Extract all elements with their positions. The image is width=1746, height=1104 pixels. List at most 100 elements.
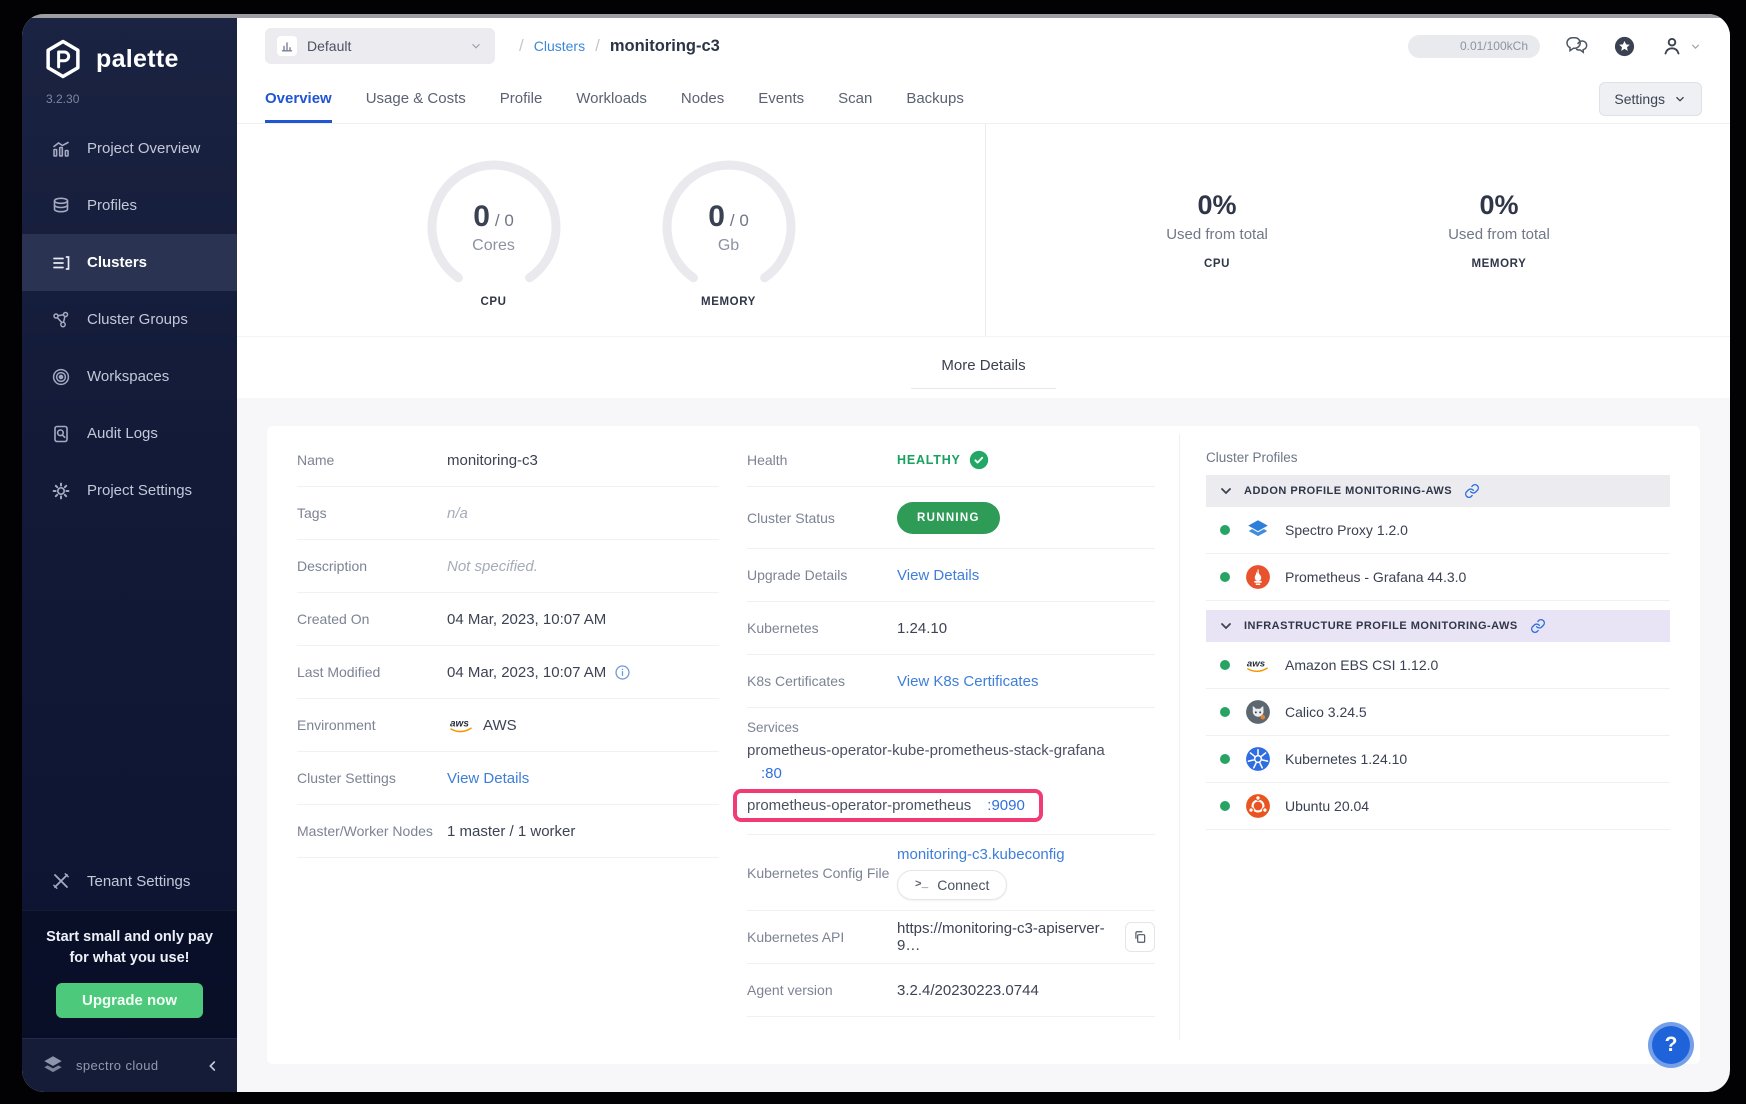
promo-line-1: Start small and only pay <box>36 927 223 948</box>
tabs: Overview Usage & Costs Profile Workloads… <box>265 74 964 123</box>
cpu-usage-percent: 0% <box>1166 190 1268 221</box>
help-button[interactable]: ? <box>1648 1022 1694 1068</box>
tab-nodes[interactable]: Nodes <box>681 74 724 123</box>
memory-gauge-value: 0 <box>708 200 725 233</box>
tab-scan[interactable]: Scan <box>838 74 872 123</box>
breadcrumb-separator: / <box>595 36 600 56</box>
sidebar-item-clusters[interactable]: Clusters <box>22 234 237 291</box>
project-selector[interactable]: Default <box>265 28 495 64</box>
description-value: Not specified. <box>447 558 538 575</box>
tab-workloads[interactable]: Workloads <box>576 74 647 123</box>
chevron-down-icon <box>1220 485 1232 497</box>
memory-usage-stat: 0% Used from total MEMORY <box>1448 190 1550 270</box>
profile-row-prometheus-grafana[interactable]: Prometheus - Grafana 44.3.0 <box>1206 554 1670 601</box>
profile-item-label: Ubuntu 20.04 <box>1285 798 1369 814</box>
infrastructure-profile-header[interactable]: INFRASTRUCTURE PROFILE MONITORING-AWS <box>1206 610 1670 642</box>
services-label: Services <box>747 720 1155 735</box>
link-icon[interactable] <box>1530 618 1546 634</box>
gauges: 0/ 0 Cores CPU 0/ 0 <box>237 124 985 336</box>
tab-events[interactable]: Events <box>758 74 804 123</box>
star-badge-icon[interactable] <box>1613 35 1636 58</box>
sidebar-item-audit-logs[interactable]: Audit Logs <box>22 405 237 462</box>
brand-name: palette <box>96 45 179 74</box>
profiles-stack-icon <box>50 195 72 217</box>
chevron-left-icon[interactable] <box>205 1058 221 1074</box>
chevron-down-icon <box>1673 92 1687 106</box>
settings-button[interactable]: Settings <box>1599 82 1702 116</box>
cpu-usage-caption: Used from total <box>1166 226 1268 243</box>
sidebar-item-project-overview[interactable]: Project Overview <box>22 120 237 177</box>
calico-icon <box>1244 699 1271 726</box>
service-port-link[interactable]: :80 <box>761 765 782 782</box>
copy-icon[interactable] <box>1125 922 1155 952</box>
sidebar-item-label: Tenant Settings <box>87 873 190 890</box>
sidebar-item-label: Clusters <box>87 254 147 271</box>
status-badge[interactable]: RUNNING <box>897 502 1000 534</box>
user-icon <box>1660 34 1684 58</box>
footer-brand-label: spectro cloud <box>76 1058 159 1073</box>
gear-icon <box>50 480 72 502</box>
cluster-settings-label: Cluster Settings <box>297 770 447 786</box>
sidebar-item-cluster-groups[interactable]: Cluster Groups <box>22 291 237 348</box>
svg-text:aws: aws <box>1247 658 1266 669</box>
profile-row-ubuntu[interactable]: Ubuntu 20.04 <box>1206 783 1670 830</box>
breadcrumb-current: monitoring-c3 <box>610 37 720 56</box>
kubeconfig-link[interactable]: monitoring-c3.kubeconfig <box>897 846 1065 863</box>
tab-backups[interactable]: Backups <box>906 74 964 123</box>
environment-value: AWS <box>483 717 517 734</box>
kubeconfig-label: Kubernetes Config File <box>747 865 897 881</box>
topbar-right: 0.01/100kCh <box>1408 34 1702 58</box>
promo-text: Start small and only pay for what you us… <box>36 927 223 969</box>
screenshot-frame: palette 3.2.30 Project Overview Profiles <box>0 0 1746 1104</box>
profile-item-label: Kubernetes 1.24.10 <box>1285 751 1407 767</box>
info-icon[interactable] <box>614 664 631 681</box>
kubernetes-label: Kubernetes <box>747 620 897 636</box>
check-circle-icon <box>969 450 989 470</box>
connect-button-label: Connect <box>937 877 989 893</box>
user-menu[interactable] <box>1660 34 1702 58</box>
created-on-label: Created On <box>297 611 447 627</box>
sidebar-nav: Project Overview Profiles Clusters <box>22 120 237 519</box>
connect-button[interactable]: >_ Connect <box>897 870 1007 900</box>
sidebar-item-profiles[interactable]: Profiles <box>22 177 237 234</box>
sidebar-item-tenant-settings[interactable]: Tenant Settings <box>22 853 237 910</box>
link-icon[interactable] <box>1464 483 1480 499</box>
kubernetes-row: Kubernetes 1.24.10 <box>747 602 1155 655</box>
chat-icon[interactable] <box>1564 35 1589 57</box>
memory-gauge-unit: Gb <box>654 237 804 255</box>
created-on-value: 04 Mar, 2023, 10:07 AM <box>447 611 606 628</box>
addon-profile-header[interactable]: ADDON PROFILE MONITORING-AWS <box>1206 475 1670 507</box>
status-dot <box>1220 572 1230 582</box>
upgrade-view-details-link[interactable]: View Details <box>897 567 979 584</box>
more-details-button[interactable]: More Details <box>911 347 1055 389</box>
spectro-cloud-logo-icon <box>40 1053 66 1079</box>
sidebar-item-label: Workspaces <box>87 368 169 385</box>
tags-row: Tags n/a <box>297 487 719 540</box>
main-area: Default / Clusters / monitoring-c3 0.01/… <box>237 14 1730 1092</box>
usage-stats: 0% Used from total CPU 0% Used from tota… <box>986 124 1730 336</box>
service-name: prometheus-operator-kube-prometheus-stac… <box>747 742 1105 759</box>
profile-row-amazon-ebs[interactable]: aws Amazon EBS CSI 1.12.0 <box>1206 642 1670 689</box>
service-port-link[interactable]: :9090 <box>987 797 1025 814</box>
upgrade-now-button[interactable]: Upgrade now <box>56 983 203 1018</box>
profile-item-label: Calico 3.24.5 <box>1285 704 1367 720</box>
cpu-usage-label: CPU <box>1166 258 1268 270</box>
breadcrumb-clusters-link[interactable]: Clusters <box>534 38 585 54</box>
profile-row-spectro-proxy[interactable]: Spectro Proxy 1.2.0 <box>1206 507 1670 554</box>
view-k8s-certificates-link[interactable]: View K8s Certificates <box>897 673 1038 690</box>
chevron-down-icon <box>1220 620 1232 632</box>
more-details-strip: More Details <box>237 336 1730 398</box>
profile-row-calico[interactable]: Calico 3.24.5 <box>1206 689 1670 736</box>
memory-gauge-total: / 0 <box>730 211 749 230</box>
tab-usage-costs[interactable]: Usage & Costs <box>366 74 466 123</box>
clusters-list-icon <box>50 252 72 274</box>
tab-profile[interactable]: Profile <box>500 74 543 123</box>
cluster-profiles-panel: Cluster Profiles ADDON PROFILE MONITORIN… <box>1179 434 1670 1040</box>
promo-line-2: for what you use! <box>36 948 223 969</box>
sidebar-item-workspaces[interactable]: Workspaces <box>22 348 237 405</box>
profile-row-kubernetes[interactable]: Kubernetes 1.24.10 <box>1206 736 1670 783</box>
cluster-profiles-title: Cluster Profiles <box>1206 450 1670 465</box>
sidebar-item-project-settings[interactable]: Project Settings <box>22 462 237 519</box>
tab-overview[interactable]: Overview <box>265 74 332 123</box>
cluster-settings-view-details-link[interactable]: View Details <box>447 770 529 787</box>
